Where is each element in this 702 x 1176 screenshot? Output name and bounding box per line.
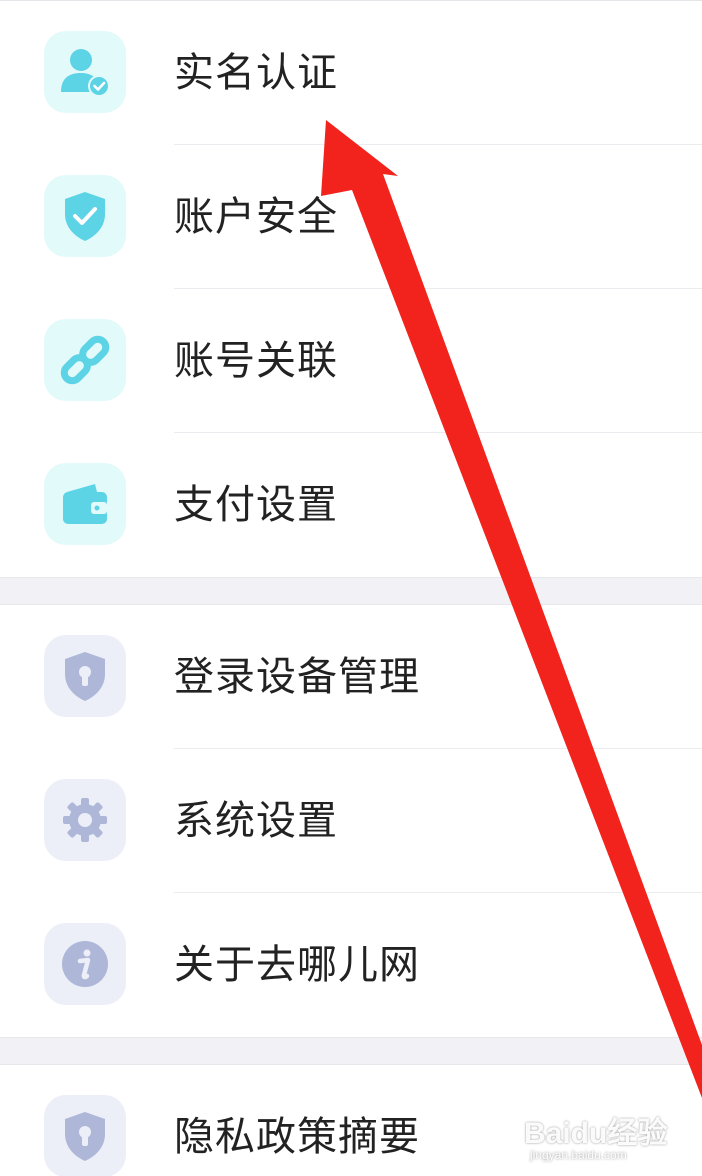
shield-keyhole-icon [44, 1095, 126, 1176]
settings-group-account: 实名认证 账户安全 账号关联 支付设置 [0, 1, 702, 577]
menu-item-label: 支付设置 [174, 482, 338, 528]
wallet-icon [44, 463, 126, 545]
user-verified-icon [44, 31, 126, 113]
account-settings-screen: 实名认证 账户安全 账号关联 支付设置 登录设备管理 系统设置 关于去哪儿网 隐… [0, 0, 702, 1176]
link-icon [44, 319, 126, 401]
gear-icon [44, 779, 126, 861]
menu-item-label: 关于去哪儿网 [174, 942, 420, 988]
section-gap [0, 577, 702, 605]
menu-item-login-device-management[interactable]: 登录设备管理 [0, 605, 702, 749]
watermark-main: Baidu经验 [524, 1117, 668, 1150]
shield-check-icon [44, 175, 126, 257]
menu-item-label: 账号关联 [174, 338, 338, 384]
shield-keyhole-icon [44, 635, 126, 717]
menu-item-real-name-verification[interactable]: 实名认证 [0, 1, 702, 145]
menu-item-account-linking[interactable]: 账号关联 [0, 289, 702, 433]
menu-item-payment-settings[interactable]: 支付设置 [0, 433, 702, 577]
section-gap [0, 1037, 702, 1065]
settings-group-system: 登录设备管理 系统设置 关于去哪儿网 [0, 605, 702, 1037]
baidu-watermark: Baidu经验 jingyan.baidu.com [524, 1104, 694, 1170]
menu-item-label: 隐私政策摘要 [174, 1114, 420, 1160]
menu-item-label: 账户安全 [174, 194, 338, 240]
info-icon [44, 923, 126, 1005]
menu-item-label: 登录设备管理 [174, 654, 420, 700]
menu-item-label: 实名认证 [174, 50, 338, 96]
menu-item-label: 系统设置 [174, 798, 338, 844]
menu-item-about[interactable]: 关于去哪儿网 [0, 893, 702, 1037]
menu-item-account-security[interactable]: 账户安全 [0, 145, 702, 289]
menu-item-system-settings[interactable]: 系统设置 [0, 749, 702, 893]
watermark-sub: jingyan.baidu.com [530, 1148, 627, 1162]
